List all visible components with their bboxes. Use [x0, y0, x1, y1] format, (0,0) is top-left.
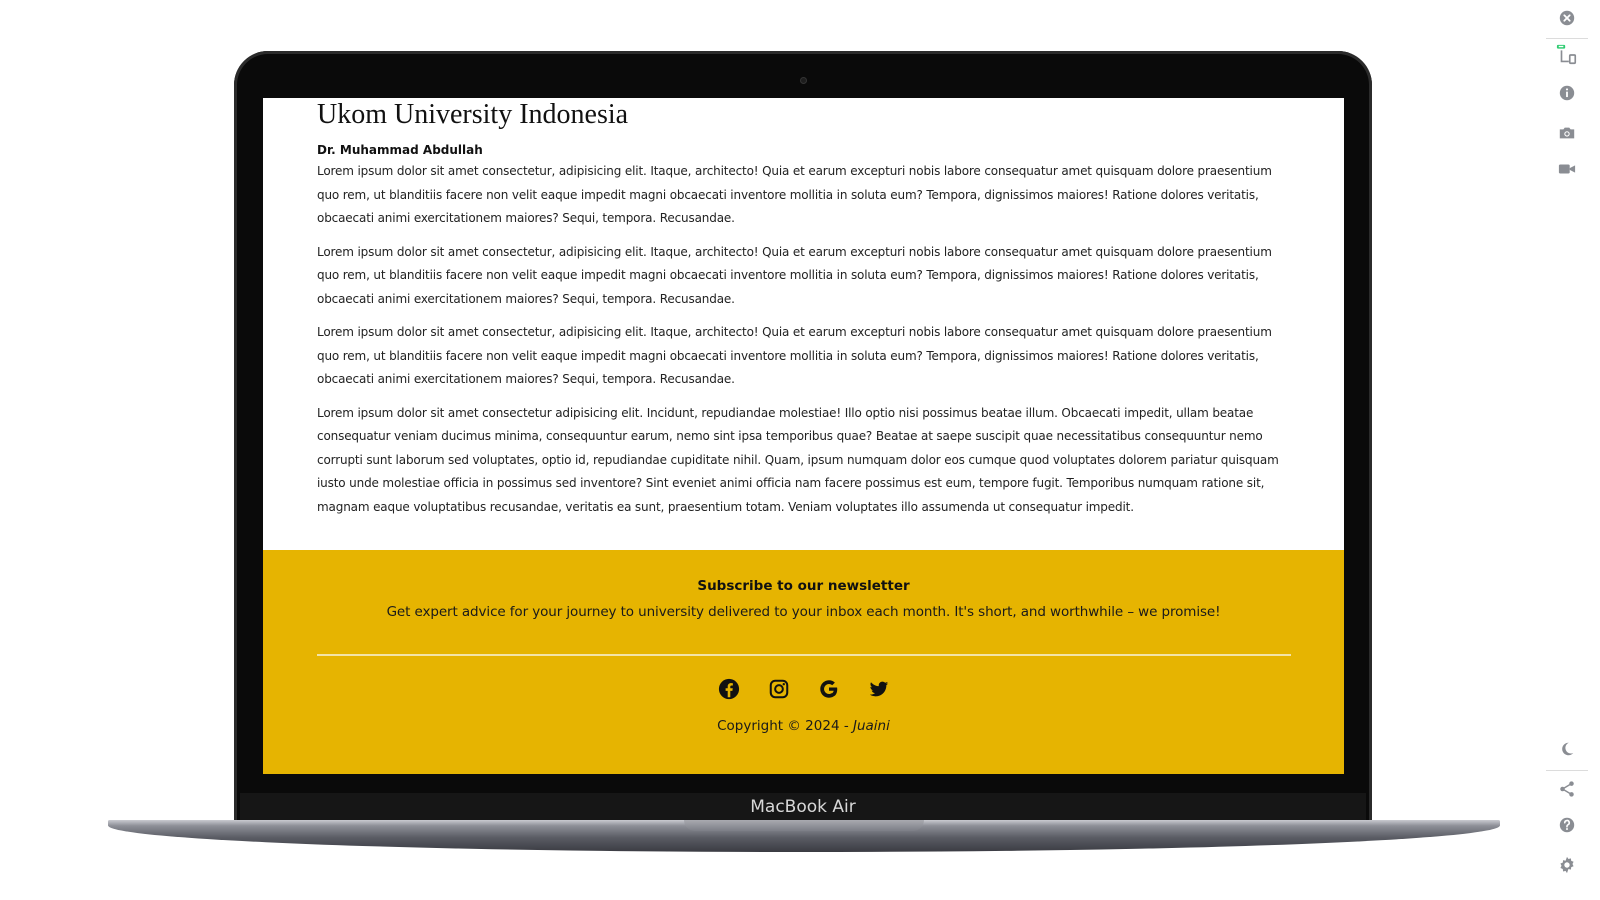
help-icon[interactable]	[1558, 816, 1576, 834]
device-label: MacBook Air	[750, 797, 856, 817]
social-links	[263, 678, 1344, 700]
newsletter-title: Subscribe to our newsletter	[697, 578, 910, 594]
laptop-hinge-notch	[684, 820, 924, 831]
copyright-text: Copyright © 2024 -	[717, 718, 853, 734]
rail-divider	[1546, 770, 1588, 771]
article: Ukom University Indonesia Dr. Muhammad A…	[263, 98, 1344, 519]
google-icon[interactable]	[818, 678, 840, 700]
settings-icon[interactable]	[1558, 856, 1576, 874]
article-paragraph: Lorem ipsum dolor sit amet consectetur a…	[317, 405, 1279, 514]
dark-mode-icon[interactable]	[1558, 740, 1576, 758]
tool-rail	[1536, 0, 1600, 900]
rail-divider	[1546, 38, 1588, 39]
footer-divider	[316, 654, 1291, 656]
copyright-author: Juaini	[852, 718, 890, 734]
site-footer: Subscribe to our newsletter Get expert a…	[263, 550, 1344, 774]
newsletter-text: Get expert advice for your journey to un…	[386, 604, 1221, 620]
copyright: Copyright © 2024 - Juaini	[263, 718, 1344, 734]
page-title: Ukom University Indonesia	[317, 99, 629, 130]
article-paragraph: Lorem ipsum dolor sit amet consectetur, …	[317, 325, 1272, 386]
article-paragraph: Lorem ipsum dolor sit amet consectetur, …	[317, 244, 1272, 306]
twitter-icon[interactable]	[868, 678, 890, 700]
facebook-icon[interactable]	[718, 678, 740, 700]
share-icon[interactable]	[1558, 780, 1576, 798]
laptop-screen: Ukom University Indonesia Dr. Muhammad A…	[263, 98, 1344, 774]
instagram-icon[interactable]	[768, 678, 790, 700]
article-paragraph: Lorem ipsum dolor sit amet consectetur, …	[317, 164, 1272, 225]
video-icon[interactable]	[1558, 160, 1576, 178]
info-icon[interactable]	[1558, 84, 1576, 102]
camera-dot	[800, 77, 807, 84]
close-icon[interactable]	[1558, 9, 1576, 27]
camera-icon[interactable]	[1558, 124, 1576, 142]
author-name: Dr. Muhammad Abdullah	[317, 143, 483, 157]
responsive-view-icon[interactable]	[1556, 44, 1578, 66]
